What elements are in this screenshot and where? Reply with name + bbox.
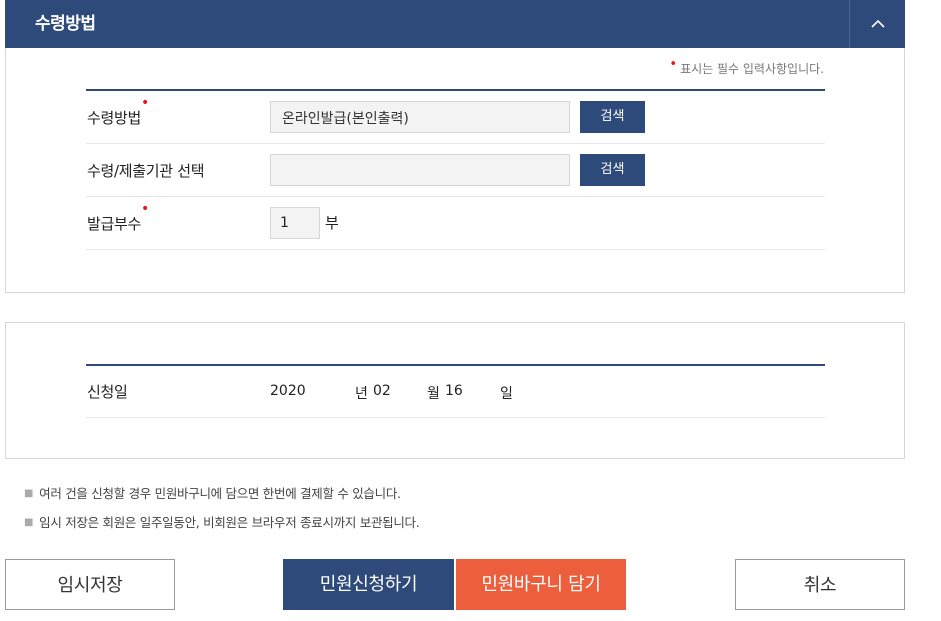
receive-method-label-text: 수령방법 bbox=[87, 109, 142, 127]
institution-row: 수령/제출기관 선택 검색 bbox=[86, 144, 825, 197]
add-to-cart-button[interactable]: 민원바구니 담기 bbox=[456, 559, 626, 610]
bullet-icon: ■ bbox=[24, 517, 34, 528]
copies-row: 발급부수 • 1 부 bbox=[86, 197, 825, 250]
notice-text: 여러 건을 신청할 경우 민원바구니에 담으면 한번에 결제할 수 있습니다. bbox=[39, 486, 401, 501]
required-dot: • bbox=[141, 201, 150, 217]
day-unit: 일 bbox=[500, 386, 513, 402]
copies-label: 발급부수 • bbox=[87, 201, 149, 234]
month-value: 02 bbox=[373, 383, 391, 399]
receive-method-field[interactable]: 온라인발급(본인출력) bbox=[270, 101, 570, 133]
notice-list: ■ 여러 건을 신청할 경우 민원바구니에 담으면 한번에 결제할 수 있습니다.… bbox=[24, 484, 420, 542]
cancel-button[interactable]: 취소 bbox=[735, 559, 905, 610]
month-unit: 월 bbox=[427, 386, 440, 402]
institution-search-button[interactable]: 검색 bbox=[580, 154, 645, 186]
copies-input[interactable]: 1 bbox=[270, 207, 320, 239]
section-header: 수령방법 bbox=[5, 0, 905, 48]
required-dot: • bbox=[669, 57, 678, 72]
chevron-up-icon bbox=[870, 19, 885, 28]
day-value: 16 bbox=[445, 383, 463, 399]
application-date-panel: 신청일 2020 년 02 월 16 일 bbox=[5, 322, 905, 459]
notice-text: 임시 저장은 회원은 일주일동안, 비회원은 브라우저 종료시까지 보관됩니다. bbox=[39, 515, 420, 530]
institution-field[interactable] bbox=[270, 154, 570, 186]
application-date-label: 신청일 bbox=[87, 383, 128, 401]
required-dot: • bbox=[141, 95, 150, 111]
collapse-button[interactable] bbox=[849, 0, 905, 48]
year-unit: 년 bbox=[355, 386, 368, 402]
notice-item: ■ 여러 건을 신청할 경우 민원바구니에 담으면 한번에 결제할 수 있습니다. bbox=[24, 484, 419, 513]
receive-method-row: 수령방법 • 온라인발급(본인출력) 검색 bbox=[86, 91, 825, 144]
receive-method-panel: • 표시는 필수 입력사항입니다. 수령방법 • 온라인발급(본인출력) 검색 수령… bbox=[5, 48, 905, 293]
copies-unit: 부 bbox=[325, 214, 339, 232]
receive-method-label: 수령방법 • bbox=[87, 95, 149, 128]
required-note: • 표시는 필수 입력사항입니다. bbox=[669, 57, 824, 77]
bullet-icon: ■ bbox=[24, 488, 34, 499]
notice-item: ■ 임시 저장은 회원은 일주일동안, 비회원은 브라우저 종료시까지 보관됩니다… bbox=[24, 513, 420, 542]
receive-method-search-button[interactable]: 검색 bbox=[580, 101, 645, 133]
required-note-text: 표시는 필수 입력사항입니다. bbox=[680, 62, 824, 76]
apply-button[interactable]: 민원신청하기 bbox=[283, 559, 454, 610]
copies-label-text: 발급부수 bbox=[87, 215, 142, 233]
institution-label: 수령/제출기관 선택 bbox=[87, 162, 205, 180]
section-title: 수령방법 bbox=[35, 14, 96, 34]
temp-save-button[interactable]: 임시저장 bbox=[5, 559, 175, 610]
application-date-row: 신청일 2020 년 02 월 16 일 bbox=[86, 365, 825, 418]
year-value: 2020 bbox=[270, 383, 306, 399]
